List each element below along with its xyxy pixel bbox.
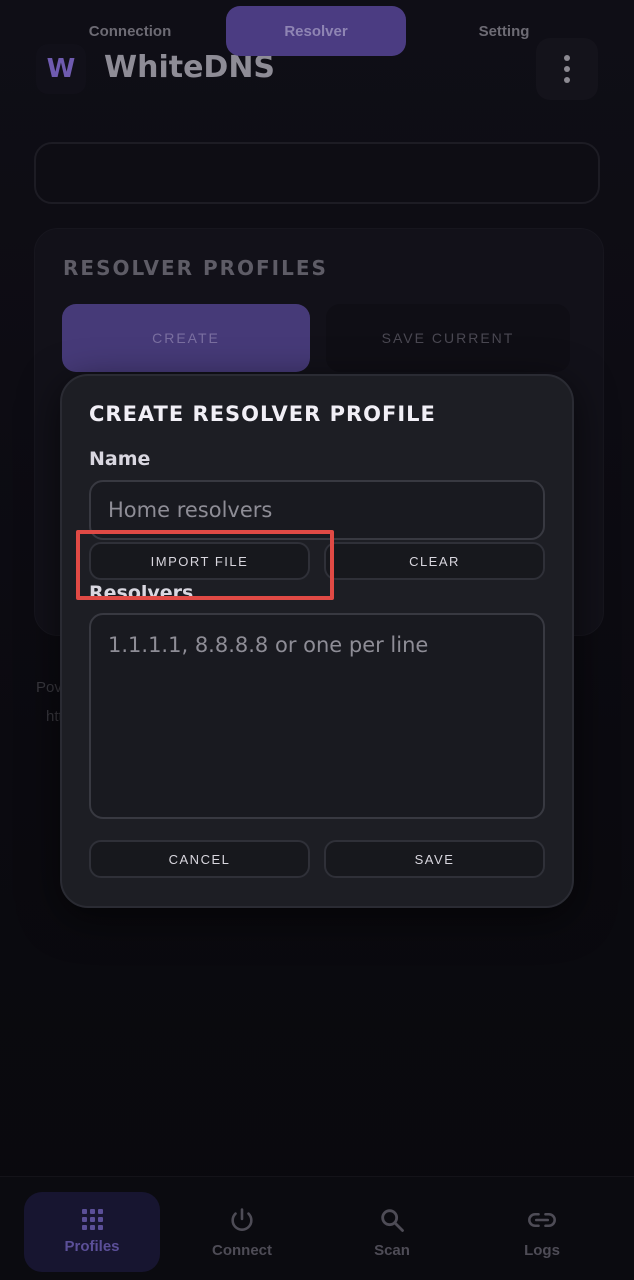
- footer-text-line1: Pov: [36, 679, 62, 696]
- resolvers-placeholder: 1.1.1.1, 8.8.8.8 or one per line: [108, 633, 429, 657]
- nav-connect[interactable]: Connect: [174, 1192, 310, 1272]
- save-current-button[interactable]: SAVE CURRENT: [326, 304, 570, 372]
- name-label: Name: [89, 448, 151, 470]
- power-icon: [231, 1207, 253, 1231]
- nav-profiles-label: Profiles: [64, 1238, 120, 1255]
- tab-setting[interactable]: Setting: [414, 6, 594, 56]
- nav-scan[interactable]: Scan: [324, 1192, 460, 1272]
- create-profile-button[interactable]: CREATE: [62, 304, 310, 372]
- dialog-title: CREATE RESOLVER PROFILE: [89, 402, 436, 426]
- resolvers-textarea[interactable]: 1.1.1.1, 8.8.8.8 or one per line: [89, 613, 545, 819]
- save-button[interactable]: SAVE: [324, 840, 545, 878]
- cancel-button[interactable]: CANCEL: [89, 840, 310, 878]
- grid-icon: [81, 1209, 103, 1230]
- highlight-box: [76, 530, 334, 600]
- section-title: RESOLVER PROFILES: [63, 256, 328, 280]
- menu-dot-icon: [564, 77, 570, 83]
- nav-connect-label: Connect: [212, 1241, 272, 1259]
- search-icon: [381, 1208, 404, 1232]
- nav-scan-label: Scan: [374, 1241, 410, 1259]
- tab-connection[interactable]: Connection: [40, 6, 220, 56]
- nav-logs-label: Logs: [524, 1241, 560, 1259]
- nav-profiles[interactable]: Profiles: [24, 1192, 160, 1272]
- clear-button[interactable]: CLEAR: [324, 542, 545, 580]
- name-placeholder: Home resolvers: [108, 498, 273, 522]
- menu-dot-icon: [564, 66, 570, 72]
- link-icon: [528, 1212, 556, 1227]
- tab-resolver[interactable]: Resolver: [226, 6, 406, 56]
- main-tabs: [34, 142, 600, 204]
- nav-logs[interactable]: Logs: [474, 1192, 610, 1272]
